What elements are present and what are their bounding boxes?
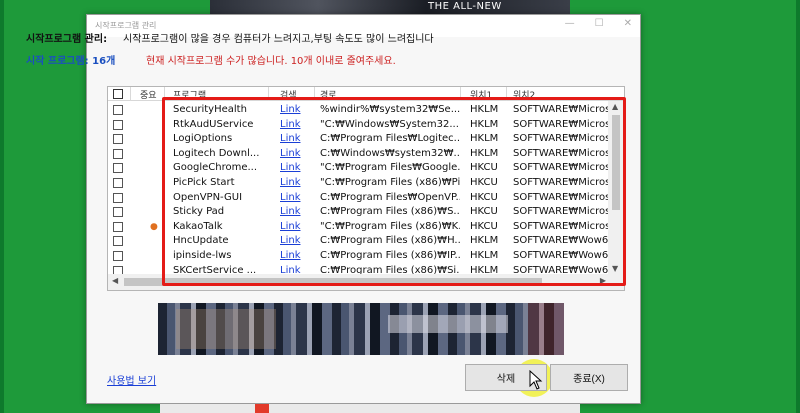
startup-count: 시작 프로그램: 16개 — [26, 56, 116, 67]
background-ad-bottom — [160, 404, 580, 413]
row-checkbox[interactable] — [113, 134, 123, 145]
ad-bottom-mark — [255, 404, 269, 413]
row-checkbox[interactable] — [113, 192, 123, 203]
header-important[interactable]: 중요 — [140, 88, 157, 101]
ad-blur-block — [176, 309, 276, 349]
select-all-checkbox[interactable] — [113, 89, 123, 99]
manage-label: 시작프로그램 관리: — [26, 34, 108, 45]
ad-top-text: THE ALL-NEW — [428, 1, 502, 12]
important-marker: ● — [150, 221, 158, 232]
header-separator — [130, 87, 131, 101]
row-checkbox[interactable] — [113, 105, 123, 115]
row-checkbox[interactable] — [113, 148, 123, 159]
background-strip-right — [796, 0, 800, 413]
red-highlight-box — [162, 97, 626, 286]
description-text: 시작프로그램이 많을 경우 컴퓨터가 느려지고,부팅 속도도 많이 느려집니다 — [123, 34, 434, 45]
row-checkbox[interactable] — [113, 250, 123, 261]
mouse-cursor-icon — [529, 370, 543, 390]
row-checkbox[interactable] — [113, 221, 123, 232]
row-checkbox[interactable] — [113, 119, 123, 130]
ad-blur-block — [528, 303, 564, 355]
maximize-button[interactable]: ☐ — [595, 18, 604, 29]
minimize-button[interactable]: — — [565, 18, 575, 29]
background-strip-left — [0, 0, 4, 413]
close-button[interactable]: ✕ — [624, 18, 632, 29]
exit-button[interactable]: 종료(X) — [550, 364, 628, 391]
window-controls: — ☐ ✕ — [565, 18, 632, 29]
row-checkbox[interactable] — [113, 236, 123, 247]
warning-text: 현재 시작프로그램 수가 많습니다. 10개 이내로 줄여주세요. — [146, 56, 396, 67]
scroll-left-arrow-icon[interactable]: ◀ — [112, 276, 118, 285]
row-checkbox[interactable] — [113, 177, 123, 188]
ad-blur-block — [388, 315, 508, 333]
row-checkbox[interactable] — [113, 163, 123, 174]
row-checkbox[interactable] — [113, 207, 123, 218]
blurred-ad-banner[interactable] — [158, 303, 564, 355]
guide-link[interactable]: 사용법 보기 — [107, 372, 156, 387]
